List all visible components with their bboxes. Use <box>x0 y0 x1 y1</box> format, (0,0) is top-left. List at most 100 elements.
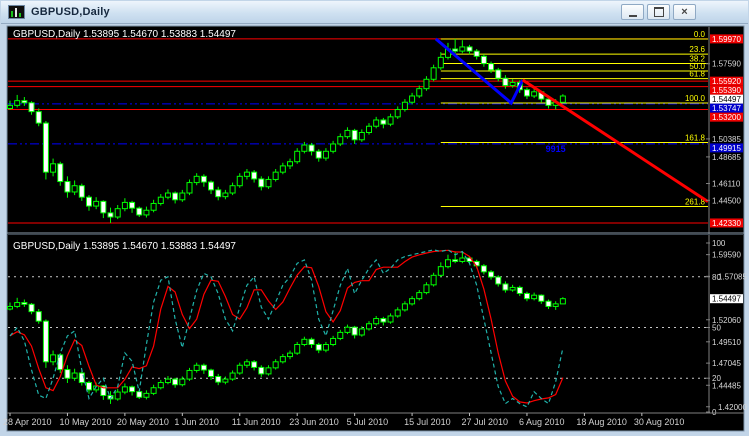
time-axis-label: 18 Aug 2010 <box>576 417 627 427</box>
price-axis-label: 1.48685 <box>712 153 741 162</box>
price-axis-label: 1.53200 <box>712 113 741 122</box>
candle <box>230 186 235 193</box>
time-axis-label: 11 Jun 2010 <box>232 417 281 427</box>
candle <box>273 172 278 179</box>
candle <box>517 287 522 293</box>
candle <box>424 79 429 88</box>
candle <box>187 183 192 193</box>
candle <box>216 190 221 197</box>
candle <box>309 145 314 151</box>
candle <box>345 327 350 332</box>
candle <box>94 201 99 206</box>
candle <box>137 208 142 215</box>
candle <box>359 329 364 335</box>
candle <box>29 103 34 112</box>
candle <box>29 304 34 311</box>
candle <box>137 392 142 398</box>
candle <box>467 47 472 51</box>
candle <box>560 96 565 102</box>
candle <box>115 392 120 399</box>
candle <box>173 379 178 385</box>
candle <box>151 388 156 394</box>
candle <box>108 213 113 217</box>
candle <box>374 319 379 324</box>
candle <box>431 275 436 285</box>
candle <box>22 303 27 305</box>
candle <box>216 376 221 382</box>
candle <box>410 96 415 102</box>
candle <box>338 137 343 144</box>
candle <box>395 110 400 117</box>
fibonacci-level-label: 61.8 <box>689 70 705 79</box>
candle <box>8 105 13 108</box>
oscillator-axis-label: 80 <box>712 273 721 282</box>
candle <box>367 126 372 132</box>
candle <box>194 176 199 182</box>
candle <box>180 193 185 200</box>
price-axis-label: 1.57590 <box>712 60 741 69</box>
candle <box>331 338 336 344</box>
candle <box>86 383 91 390</box>
candle <box>244 172 249 176</box>
price-axis-label: 1.47045 <box>712 359 741 368</box>
candle <box>503 284 508 290</box>
price-axis-label: 1.49510 <box>712 338 741 347</box>
candle <box>302 145 307 151</box>
price-axis-label: 1.55390 <box>712 86 741 95</box>
candle <box>331 144 336 151</box>
candle <box>288 353 293 356</box>
price-axis-label: 1.57085 <box>718 272 747 281</box>
oscillator-axis-label: 100 <box>712 239 726 248</box>
time-axis-label: 20 May 2010 <box>117 417 169 427</box>
candle <box>503 78 508 85</box>
lower-chart-ohlc-label: GBPUSD,Daily 1.53895 1.54670 1.53883 1.5… <box>13 241 236 252</box>
candle <box>410 299 415 304</box>
candle <box>453 260 458 262</box>
candle <box>72 186 77 192</box>
main-chart-ohlc-label: GBPUSD,Daily 1.53895 1.54670 1.53883 1.5… <box>13 29 236 40</box>
candle <box>237 176 242 185</box>
candle <box>316 344 321 350</box>
candle <box>438 267 443 276</box>
time-axis-label: 23 Jun 2010 <box>289 417 339 427</box>
candle <box>280 166 285 172</box>
candle <box>43 123 48 172</box>
candle <box>309 339 314 344</box>
candle <box>302 339 307 344</box>
candle <box>417 293 422 299</box>
candle <box>43 321 48 362</box>
candle <box>144 210 149 215</box>
price-axis-label: 1.46110 <box>712 180 741 189</box>
candle <box>130 387 135 392</box>
candle <box>165 193 170 197</box>
candle <box>86 197 91 206</box>
candle <box>431 68 436 79</box>
candle <box>352 327 357 335</box>
candle <box>524 90 529 96</box>
candle <box>438 57 443 67</box>
time-axis-label: 1 Jun 2010 <box>174 417 219 427</box>
candle <box>388 316 393 322</box>
candle <box>115 209 120 217</box>
candle <box>244 362 249 365</box>
candle <box>259 367 264 373</box>
candle <box>187 370 192 379</box>
candle <box>58 164 63 182</box>
time-axis-label: 27 Jul 2010 <box>462 417 509 427</box>
candle <box>295 151 300 161</box>
candle <box>288 162 293 166</box>
candle <box>72 373 77 378</box>
price-axis-label: 1.44485 <box>712 381 741 390</box>
candle <box>402 304 407 310</box>
candle <box>460 258 465 261</box>
candle <box>15 303 20 307</box>
candle <box>15 101 20 106</box>
line-description-label: 9915 <box>546 144 566 154</box>
candle <box>65 370 70 379</box>
candle <box>367 324 372 329</box>
candle <box>453 49 458 51</box>
candle <box>259 179 264 187</box>
candle <box>481 266 486 272</box>
current-price-label: 1.54497 <box>712 295 741 304</box>
candle <box>546 99 551 105</box>
